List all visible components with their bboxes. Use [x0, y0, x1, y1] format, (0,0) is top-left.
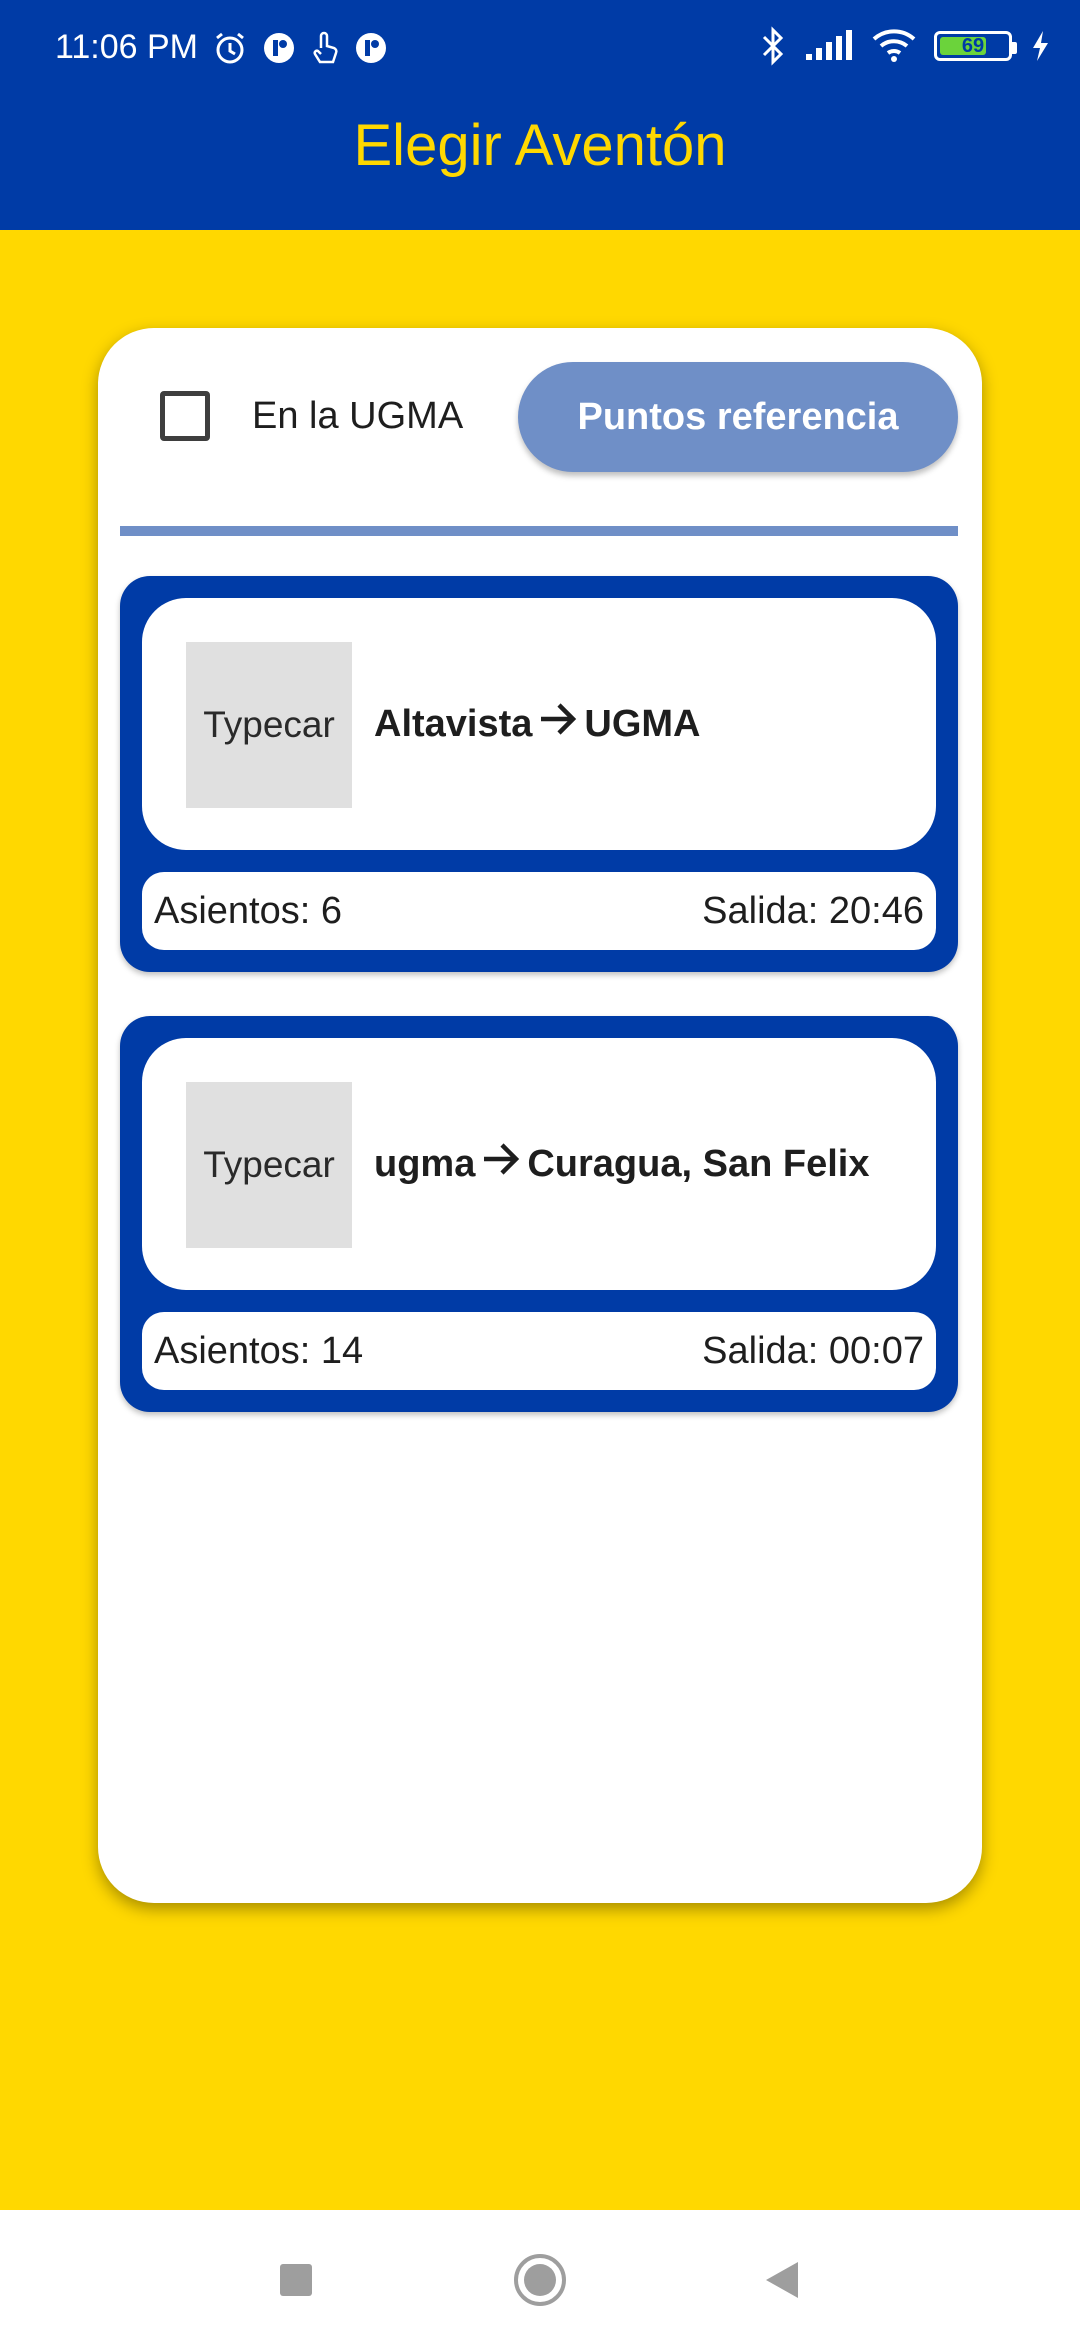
alarm-icon — [212, 30, 248, 66]
ride-header: Typecar ugma Curagua, San Felix — [142, 1038, 936, 1290]
ride-departure: Salida: 20:46 — [702, 889, 924, 932]
ride-seats: Asientos: 14 — [154, 1329, 364, 1372]
ride-header: Typecar Altavista UGMA — [142, 598, 936, 850]
en-la-ugma-checkbox[interactable] — [160, 391, 210, 441]
notification-app-icon — [354, 31, 388, 65]
status-right: 69 — [760, 26, 1050, 66]
en-la-ugma-filter[interactable]: En la UGMA — [160, 391, 463, 441]
cellular-signal-icon — [804, 30, 854, 62]
battery-level: 69 — [961, 34, 985, 57]
status-left: 11:06 PM — [55, 28, 388, 67]
status-bar: 11:06 PM 69 — [0, 0, 1080, 96]
ride-origin: Altavista — [374, 702, 533, 745]
app-bar: 11:06 PM 69 Elegir Aventón — [0, 0, 1080, 230]
wifi-icon — [872, 29, 916, 63]
ride-origin: ugma — [374, 1142, 476, 1185]
ride-details: Asientos: 6 Salida: 20:46 — [142, 872, 936, 950]
ride-route: ugma Curagua, San Felix — [374, 1038, 869, 1290]
back-icon[interactable] — [752, 2250, 812, 2310]
navigation-bar — [0, 2210, 1080, 2340]
ride-destination: UGMA — [584, 702, 701, 745]
status-time: 11:06 PM — [55, 28, 199, 66]
ride-item[interactable]: Typecar Altavista UGMA Asientos: 6 Salid… — [120, 576, 958, 972]
home-icon[interactable] — [510, 2250, 570, 2310]
charging-icon — [1030, 29, 1050, 63]
arrow-right-icon — [481, 1141, 521, 1187]
arrow-right-icon — [538, 701, 578, 747]
battery-icon: 69 — [934, 31, 1017, 61]
ride-departure: Salida: 00:07 — [702, 1329, 924, 1372]
ride-seats: Asientos: 6 — [154, 889, 342, 932]
rides-card: En la UGMA Puntos referencia Typecar Alt… — [98, 328, 982, 1903]
puntos-referencia-button[interactable]: Puntos referencia — [518, 362, 958, 472]
screen: 11:06 PM 69 Elegir Aventón En la UGMA Pu… — [0, 0, 1080, 2340]
ride-destination: Curagua, San Felix — [527, 1142, 870, 1185]
recent-apps-icon[interactable] — [266, 2250, 326, 2310]
notification-app-icon — [262, 31, 296, 65]
divider — [120, 526, 958, 536]
ride-details: Asientos: 14 Salida: 00:07 — [142, 1312, 936, 1390]
page-title: Elegir Aventón — [353, 113, 727, 178]
vehicle-thumbnail: Typecar — [186, 1082, 352, 1248]
touch-icon — [310, 30, 340, 66]
checkbox-label: En la UGMA — [252, 394, 464, 437]
rides-list: Typecar Altavista UGMA Asientos: 6 Salid… — [120, 576, 958, 1456]
ride-item[interactable]: Typecar ugma Curagua, San Felix Asientos… — [120, 1016, 958, 1412]
bluetooth-icon — [760, 26, 786, 66]
ride-route: Altavista UGMA — [374, 598, 701, 850]
vehicle-thumbnail: Typecar — [186, 642, 352, 808]
